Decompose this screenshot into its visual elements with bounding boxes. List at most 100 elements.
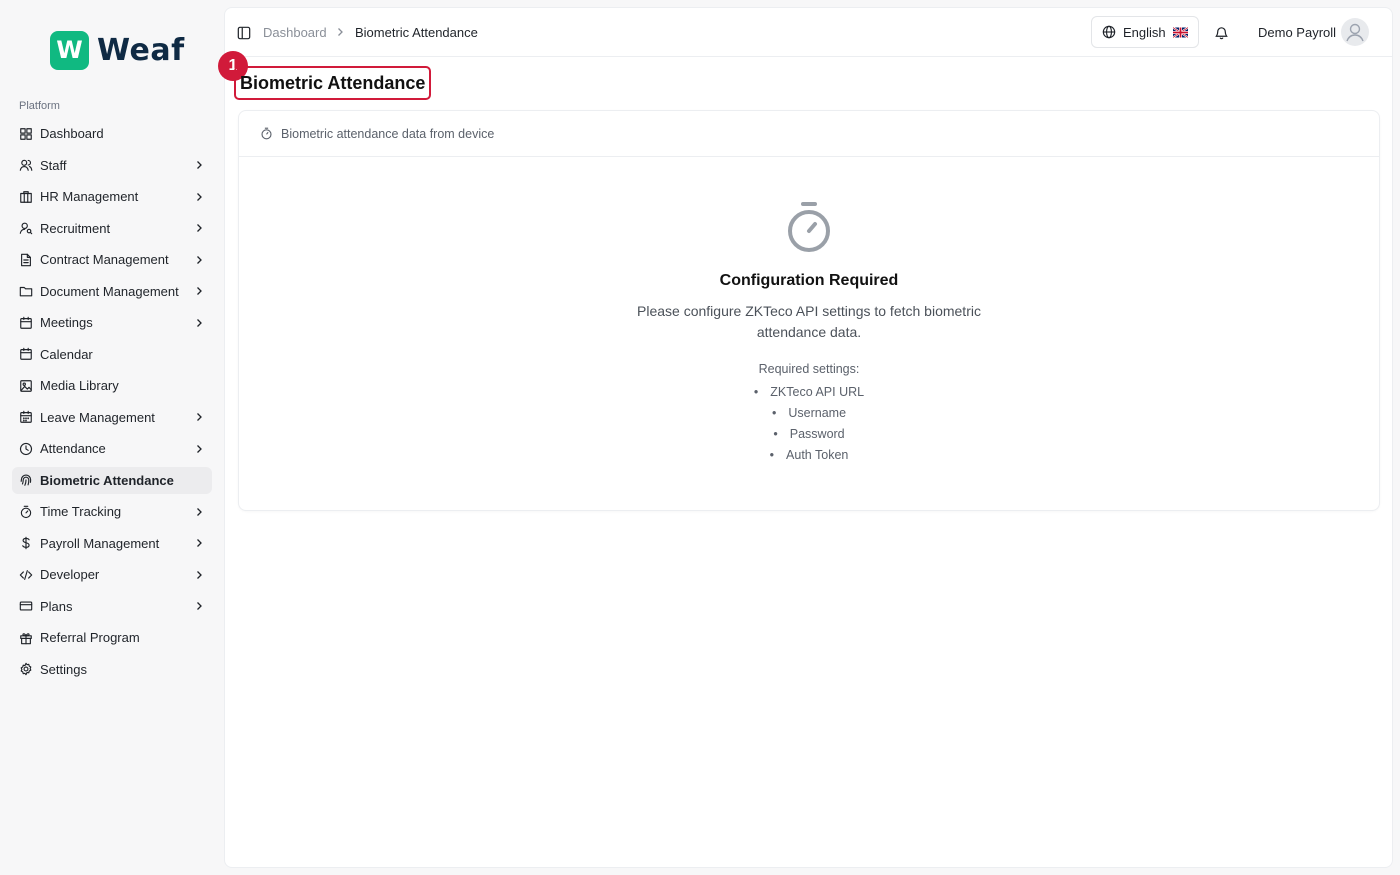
sidebar-item-attendance[interactable]: Attendance [12,435,212,462]
sidebar-section-label: Platform [19,100,60,112]
sidebar-item-media-library[interactable]: Media Library [12,372,212,399]
calendar-days-icon [20,410,32,423]
sidebar-item-developer[interactable]: Developer [12,561,212,588]
uk-flag-icon [1172,26,1188,38]
folder-icon [19,286,33,297]
chevron-right-icon [197,413,202,421]
sidebar-nav: Dashboard Staff HR Management Recruitment Co… [12,120,212,687]
calendar-icon [20,316,32,329]
sidebar-item-settings[interactable]: Settings [12,656,212,683]
clock-icon [19,442,33,455]
image-icon [20,379,32,392]
sidebar-item-label: Document Management [40,283,179,299]
required-setting-item: Auth Token [239,445,1379,466]
sidebar-item-label: Referral Program [40,630,140,645]
sidebar-item-label: Calendar [40,346,93,362]
chevron-right-icon [197,255,202,264]
required-setting-item: Password [239,424,1379,445]
sidebar-item-dashboard[interactable]: Dashboard [12,120,212,147]
sidebar-item-label: Settings [40,661,87,677]
sidebar-item-label: Contract Management [40,252,169,267]
sidebar-item-label: Recruitment [40,220,111,236]
chevron-right-icon [197,602,202,610]
sidebar-item-label: Biometric Attendance [40,472,174,488]
main-panel: Dashboard Biometric Attendance English D… [218,7,1393,868]
sidebar-item-label: Attendance [40,441,106,456]
sidebar-item-label: Staff [40,157,67,173]
gift-icon [20,632,32,644]
brand-logo[interactable]: W Weaf [50,30,185,70]
timer-icon [261,127,272,140]
gear-icon [20,662,32,676]
sidebar-item-label: Dashboard [40,126,104,141]
sidebar-item-contract-management[interactable]: Contract Management [12,246,212,273]
chevron-right-icon [197,192,202,201]
sidebar-item-hr-management[interactable]: HR Management [12,183,212,210]
required-setting-item: ZKTeco API URL [239,382,1379,403]
code-icon [19,569,33,580]
user-search-icon [19,222,33,235]
sidebar-item-staff[interactable]: Staff [12,152,212,179]
building-icon [20,190,32,203]
globe-icon [1102,25,1116,39]
sidebar-item-time-tracking[interactable]: Time Tracking [12,498,212,525]
empty-state-title: Configuration Required [719,272,899,289]
breadcrumb-current: Biometric Attendance [355,25,478,40]
sidebar-item-referral-program[interactable]: Referral Program [12,624,212,651]
sidebar-toggle-icon[interactable] [237,26,251,40]
chevron-right-icon [197,318,202,327]
card-header: Biometric attendance data from device [239,111,1379,157]
page-title: Biometric Attendance [240,73,426,93]
sidebar-item-leave-management[interactable]: Leave Management [12,404,212,431]
fingerprint-icon [20,474,32,486]
calendar-icon [20,347,32,360]
users-icon [19,159,33,171]
language-label: English [1123,24,1166,40]
chevron-right-icon [197,444,202,453]
timer-icon [20,505,32,518]
sidebar: W Weaf Platform Dashboard Staff HR Managem… [0,0,224,875]
page-title-highlight: Biometric Attendance [234,66,432,100]
required-settings-list: ZKTeco API URLUsernamePasswordAuth Token [239,382,1379,466]
sidebar-item-label: Plans [40,598,73,614]
required-settings-label: Required settings: [758,362,860,376]
sidebar-item-document-management[interactable]: Document Management [12,278,212,305]
required-setting-item: Username [239,403,1379,424]
timer-icon [788,202,830,252]
empty-state-description: Please configure ZKTeco API settings to … [637,303,981,340]
sidebar-item-plans[interactable]: Plans [12,593,212,620]
sidebar-item-label: Media Library [40,378,119,393]
card-title: Biometric attendance data from device [281,126,495,141]
chevron-right-icon [197,507,202,516]
empty-state: Configuration Required Please configure … [239,157,1379,466]
breadcrumb-dashboard[interactable]: Dashboard [263,25,327,40]
chevron-right-icon [197,570,202,579]
user-avatar-icon [1346,23,1364,42]
sidebar-item-label: Time Tracking [40,504,122,519]
sidebar-item-label: Meetings [40,315,93,330]
sidebar-item-label: HR Management [40,189,139,204]
dollar-icon [22,536,30,550]
chevron-right-icon [338,28,343,36]
language-selector[interactable]: English [1091,16,1199,48]
sidebar-item-meetings[interactable]: Meetings [12,309,212,336]
credit-card-icon [19,601,33,611]
user-name[interactable]: Demo Payroll [1258,25,1336,40]
logo-text: Weaf [97,32,185,68]
sidebar-item-label: Payroll Management [40,535,160,551]
grid-icon [20,127,32,140]
sidebar-item-calendar[interactable]: Calendar [12,341,212,368]
biometric-card: Biometric attendance data from device Co… [238,110,1380,511]
sidebar-item-recruitment[interactable]: Recruitment [12,215,212,242]
avatar[interactable] [1341,18,1369,46]
sidebar-item-label: Leave Management [40,409,155,425]
sidebar-item-payroll-management[interactable]: Payroll Management [12,530,212,557]
chevron-right-icon [197,224,202,232]
top-bar: Dashboard Biometric Attendance English D… [225,8,1392,57]
sidebar-item-biometric-attendance[interactable]: Biometric Attendance [12,466,212,494]
chevron-right-icon [197,539,202,547]
bell-icon[interactable] [1214,25,1229,40]
file-icon [21,253,31,266]
sidebar-item-label: Developer [40,567,100,582]
chevron-right-icon [197,287,202,295]
